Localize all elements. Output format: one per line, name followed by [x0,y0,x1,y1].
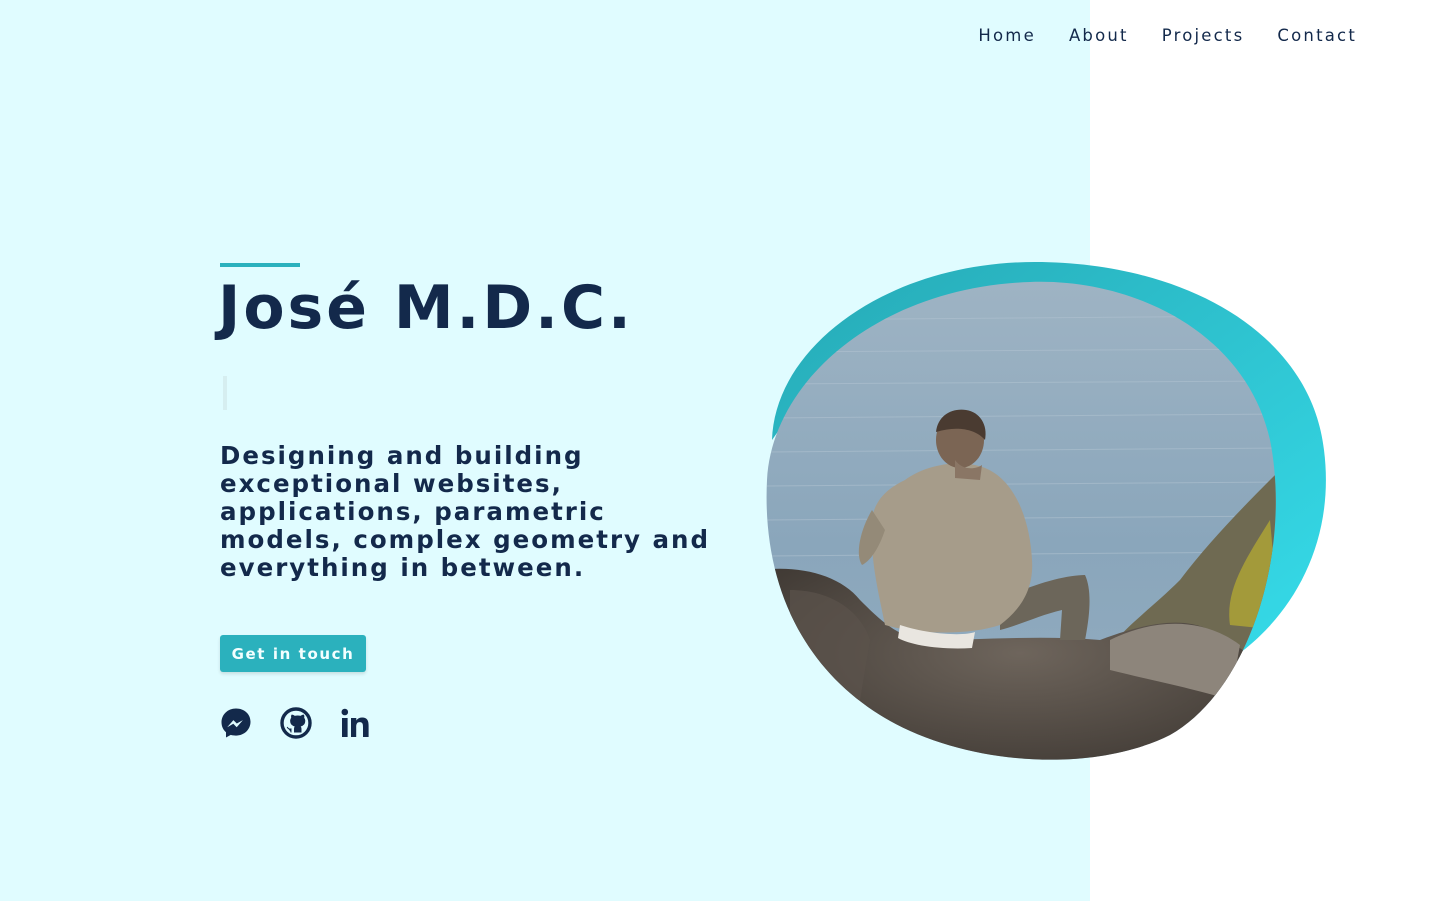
messenger-icon [221,708,251,738]
typing-cursor [223,376,227,410]
github-link[interactable] [280,707,312,739]
main-nav: Home About Projects Contact [978,26,1357,45]
nav-projects-link[interactable]: Projects [1162,26,1245,45]
linkedin-icon [341,708,369,737]
photo-blob [766,262,1326,760]
hero-photo [764,260,1326,760]
title-accent-line [220,263,300,267]
nav-about-link[interactable]: About [1069,26,1129,45]
nav-home-link[interactable]: Home [978,26,1036,45]
hero-tagline: Designing and building exceptional websi… [220,441,711,582]
nav-contact-link[interactable]: Contact [1277,26,1357,45]
hero-name: José M.D.C. [218,273,634,343]
messenger-link[interactable] [220,707,252,739]
get-in-touch-button[interactable]: Get in touch [220,635,366,672]
linkedin-link[interactable] [340,707,372,739]
github-icon [280,707,312,739]
social-links [220,707,372,739]
